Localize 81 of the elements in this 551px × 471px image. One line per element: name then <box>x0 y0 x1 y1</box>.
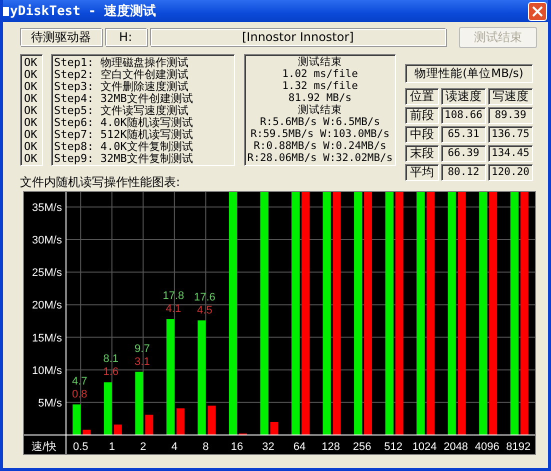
step-name: Step1: 物理磁盘操作测试 <box>54 57 190 69</box>
x-tick-label: 4 <box>171 441 178 453</box>
read-speed-label: 4.7 <box>72 375 88 388</box>
x-tick-label: 8192 <box>506 441 531 453</box>
table-cell: 平均 <box>405 164 439 181</box>
x-tick-label: 128 <box>322 441 340 453</box>
x-tick-label: 1024 <box>412 441 437 453</box>
step-name: Step4: 32MB文件创建测试 <box>54 93 194 105</box>
table-cell: 65.31 <box>441 126 486 143</box>
step-name: Step3: 文件删除速度测试 <box>54 81 190 93</box>
result-line: 测试结束 <box>297 104 343 116</box>
axis-corner-label: 速/快 <box>31 441 57 453</box>
read-speed-label: 8.1 <box>103 353 119 366</box>
table-cell: 134.45 <box>488 145 533 162</box>
write-speed-label: 0.8 <box>72 388 88 400</box>
step-name: Step8: 4.0K文件复制测试 <box>54 141 194 153</box>
y-tick-label: 5M/s <box>38 397 62 410</box>
result-line: 81.92 MB/s <box>287 92 353 104</box>
drive-name: [Innostor Innostor] <box>150 28 446 46</box>
step-status: OK <box>24 93 38 105</box>
table-cell: 108.66 <box>441 107 486 124</box>
write-speed-label: 4.1 <box>166 303 182 316</box>
x-tick-label: 512 <box>384 441 402 453</box>
column-header: 写速度 <box>488 88 533 105</box>
result-line: R:5.6MB/s W:6.5MB/s <box>258 116 382 128</box>
step-status: OK <box>24 105 38 117</box>
x-tick-label: 0.5 <box>72 441 88 453</box>
y-tick-label: 25M/s <box>32 267 62 280</box>
step-name: Step7: 512K随机读写测试 <box>54 129 194 141</box>
x-tick-label: 64 <box>293 441 306 453</box>
write-speed-label: 4.5 <box>197 304 212 316</box>
table-cell: 末段 <box>405 145 439 162</box>
y-tick-label: 10M/s <box>32 364 62 377</box>
drive-label: 待测驱动器 <box>20 28 102 46</box>
x-tick-label: 1 <box>108 441 115 453</box>
x-tick-label: 4096 <box>474 441 500 453</box>
y-tick-label: 30M/s <box>32 234 62 247</box>
result-line: R:59.5MB/s W:103.0MB/s <box>249 128 391 140</box>
y-tick-label: 20M/s <box>32 300 62 312</box>
read-speed-label: 9.7 <box>134 342 150 355</box>
step-status: OK <box>24 153 38 165</box>
table-cell: 136.75 <box>488 126 533 143</box>
physical-title: 物理性能(单位MB/s) <box>405 64 533 83</box>
write-speed-label: 3.1 <box>134 356 150 368</box>
read-speed-label: 17.8 <box>162 290 184 302</box>
result-line: 1.32 ms/file <box>281 80 359 92</box>
read-speed-label: 17.6 <box>194 291 216 304</box>
window-title: yDiskTest - 速度测试 <box>10 2 157 20</box>
table-cell: 66.39 <box>441 145 486 162</box>
table-cell: 89.39 <box>488 107 533 124</box>
x-tick-label: 2048 <box>444 441 468 453</box>
table-cell: 中段 <box>405 126 439 143</box>
y-tick-label: 15M/s <box>32 332 62 344</box>
table-cell: 120.20 <box>488 164 533 181</box>
step-status: OK <box>24 81 38 93</box>
result-line: 测试结束 <box>297 56 343 68</box>
result-line: R:0.88MB/s W:0.24MB/s <box>252 140 388 152</box>
column-header: 读速度 <box>441 88 486 105</box>
result-line: 1.02 ms/file <box>281 68 359 80</box>
write-speed-label: 1.6 <box>103 366 119 378</box>
table-cell: 前段 <box>405 107 439 124</box>
step-name: Step6: 4.0K随机读写测试 <box>54 117 194 129</box>
column-header: 位置 <box>405 88 439 105</box>
y-tick-label: 35M/s <box>32 202 62 214</box>
step-status: OK <box>24 141 38 153</box>
x-tick-label: 32 <box>262 441 274 453</box>
step-name: Step9: 32MB文件复制测试 <box>54 153 194 165</box>
step-status: OK <box>24 69 38 81</box>
step-name: Step2: 空白文件创建测试 <box>54 69 190 81</box>
chart-title: 文件内随机读写操作性能图表: <box>20 175 182 191</box>
x-tick-label: 16 <box>230 441 244 453</box>
step-status: OK <box>24 57 38 69</box>
table-cell: 80.12 <box>441 164 486 181</box>
x-tick-label: 2 <box>140 441 146 453</box>
result-line: R:28.06MB/s W:32.02MB/s <box>246 152 394 164</box>
drive-letter: H: <box>104 28 147 46</box>
step-status: OK <box>24 117 38 129</box>
step-status: OK <box>24 129 38 141</box>
x-tick-label: 256 <box>352 441 372 453</box>
step-name: Step5: 文件读写速度测试 <box>54 105 190 117</box>
x-tick-label: 8 <box>202 441 209 453</box>
